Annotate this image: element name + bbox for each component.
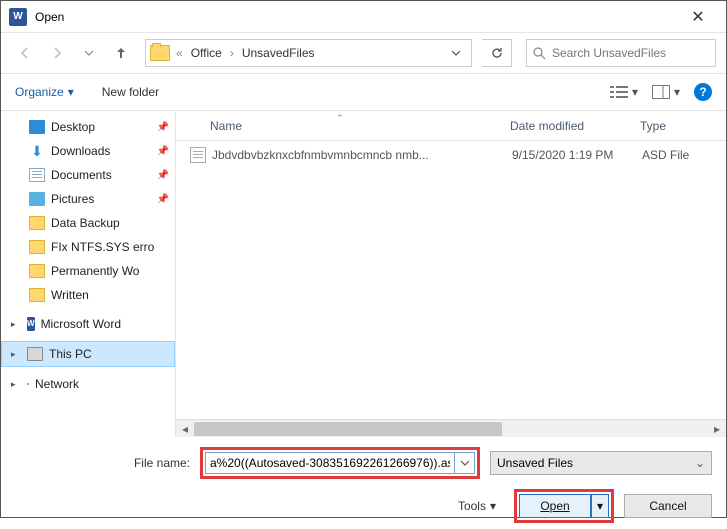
file-icon [190, 147, 206, 163]
recent-locations-button[interactable] [75, 39, 103, 67]
file-row[interactable]: Jbdvdbvbzknxcbfnmbvmnbcmncb nmb... 9/15/… [176, 141, 726, 169]
sidebar-group-thispc[interactable]: ▸ This PC [1, 341, 175, 367]
file-type: ASD File [642, 148, 726, 162]
filename-highlight [200, 447, 480, 479]
filename-input[interactable] [205, 452, 455, 474]
sidebar-item-folder[interactable]: Written [1, 283, 175, 307]
address-dropdown[interactable] [445, 48, 467, 58]
cancel-button[interactable]: Cancel [624, 494, 712, 518]
documents-icon [29, 168, 45, 182]
sidebar-item-label: Written [51, 288, 89, 302]
folder-icon [29, 288, 45, 302]
chevron-right-icon: ▸ [11, 319, 21, 330]
search-box[interactable] [526, 39, 716, 67]
sidebar-item-documents[interactable]: Documents 📌 [1, 163, 175, 187]
sidebar-item-downloads[interactable]: ⬇ Downloads 📌 [1, 139, 175, 163]
open-dropdown-button[interactable]: ▾ [591, 494, 609, 518]
chevron-right-icon: › [228, 46, 236, 60]
sort-indicator-icon: ⌃ [336, 113, 344, 124]
scroll-track[interactable] [194, 421, 708, 437]
window-title: Open [35, 10, 678, 24]
refresh-button[interactable] [482, 39, 512, 67]
chevron-down-icon: ▾ [674, 85, 680, 99]
navigation-tree: Desktop 📌 ⬇ Downloads 📌 Documents 📌 Pictures… [1, 111, 176, 437]
pin-icon: 📌 [157, 194, 169, 205]
chevron-right-icon: ▸ [11, 379, 21, 390]
network-icon [27, 383, 29, 385]
horizontal-scrollbar[interactable]: ◂ ▸ [176, 419, 726, 437]
tools-button[interactable]: Tools ▾ [458, 499, 496, 513]
sidebar-item-desktop[interactable]: Desktop 📌 [1, 115, 175, 139]
downloads-icon: ⬇ [29, 144, 45, 158]
filename-label: File name: [15, 456, 190, 470]
chevron-down-icon: ▾ [632, 85, 638, 99]
sidebar-item-folder[interactable]: Data Backup [1, 211, 175, 235]
preview-pane-button[interactable]: ▾ [652, 85, 680, 99]
sidebar-item-label: Permanently Wo [51, 264, 139, 278]
folder-icon [29, 216, 45, 230]
close-button[interactable]: ✕ [678, 7, 718, 27]
breadcrumb-prefix: « [174, 46, 185, 60]
sidebar-item-label: Pictures [51, 192, 94, 206]
new-folder-button[interactable]: New folder [102, 85, 159, 99]
folder-icon [29, 264, 45, 278]
filter-label: Unsaved Files [497, 456, 573, 470]
chevron-down-icon: ▾ [68, 85, 74, 99]
folder-icon [29, 240, 45, 254]
forward-button[interactable] [43, 39, 71, 67]
sidebar-group-label: Network [35, 377, 79, 391]
sidebar-group-network[interactable]: ▸ Network [1, 371, 175, 397]
folder-icon [150, 45, 170, 61]
breadcrumb-item[interactable]: Office [189, 46, 224, 60]
pin-icon: 📌 [157, 170, 169, 181]
view-options-button[interactable]: ▾ [610, 85, 638, 99]
sidebar-item-folder[interactable]: FIx NTFS.SYS erro [1, 235, 175, 259]
address-bar[interactable]: « Office › UnsavedFiles [145, 39, 472, 67]
sidebar-group-word[interactable]: ▸ W Microsoft Word [1, 311, 175, 337]
organize-label: Organize [15, 85, 64, 99]
filename-history-dropdown[interactable] [455, 452, 475, 474]
sidebar-group-label: This PC [49, 347, 92, 361]
chevron-down-icon: ⌄ [695, 456, 705, 470]
help-button[interactable]: ? [694, 83, 712, 101]
sidebar-item-label: Documents [51, 168, 112, 182]
file-type-filter[interactable]: Unsaved Files ⌄ [490, 451, 712, 475]
up-button[interactable] [107, 39, 135, 67]
word-app-icon: W [9, 8, 27, 26]
pin-icon: 📌 [157, 122, 169, 133]
sidebar-item-label: Data Backup [51, 216, 120, 230]
desktop-icon [29, 120, 45, 134]
pc-icon [27, 347, 43, 361]
search-input[interactable] [552, 46, 709, 60]
sidebar-group-label: Microsoft Word [41, 317, 121, 331]
sidebar-item-folder[interactable]: Permanently Wo [1, 259, 175, 283]
word-icon: W [27, 317, 35, 331]
organize-button[interactable]: Organize ▾ [15, 85, 74, 99]
column-header-name[interactable]: Name [210, 119, 510, 133]
chevron-right-icon: ▸ [11, 349, 21, 360]
column-header-type[interactable]: Type [640, 119, 726, 133]
sidebar-item-pictures[interactable]: Pictures 📌 [1, 187, 175, 211]
chevron-down-icon: ▾ [490, 499, 496, 513]
column-header-date[interactable]: Date modified [510, 119, 640, 133]
scroll-right-button[interactable]: ▸ [708, 421, 726, 437]
sidebar-item-label: Desktop [51, 120, 95, 134]
scroll-thumb[interactable] [194, 422, 502, 436]
search-icon [533, 47, 546, 60]
open-button[interactable]: Open [519, 494, 591, 518]
breadcrumb-item[interactable]: UnsavedFiles [240, 46, 317, 60]
column-headers: ⌃ Name Date modified Type [176, 111, 726, 141]
file-date: 9/15/2020 1:19 PM [512, 148, 642, 162]
pin-icon: 📌 [157, 146, 169, 157]
back-button[interactable] [11, 39, 39, 67]
pictures-icon [29, 192, 45, 206]
tools-label: Tools [458, 499, 486, 513]
file-name: Jbdvdbvbzknxcbfnmbvmnbcmncb nmb... [212, 148, 512, 162]
scroll-left-button[interactable]: ◂ [176, 421, 194, 437]
sidebar-item-label: Downloads [51, 144, 110, 158]
sidebar-item-label: FIx NTFS.SYS erro [51, 240, 154, 254]
